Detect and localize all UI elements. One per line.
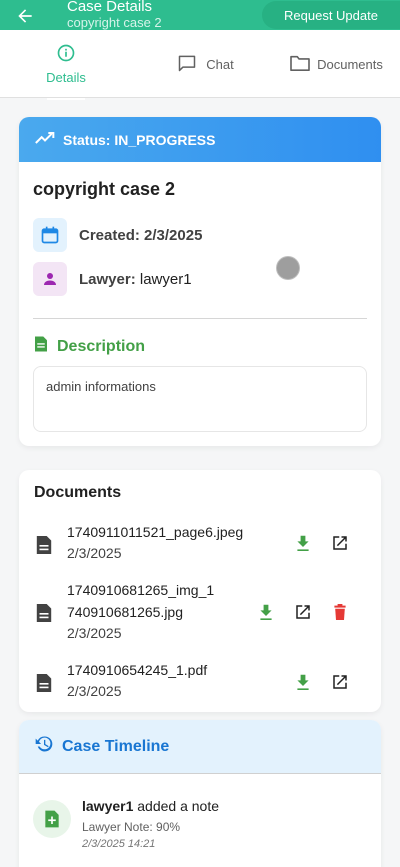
case-name: copyright case 2 <box>33 179 176 199</box>
status-banner: Status: IN_PROGRESS <box>19 117 381 162</box>
lawyer-row: Lawyer: lawyer1 <box>33 262 192 296</box>
case-status-card: Status: IN_PROGRESS copyright case 2 Cre… <box>19 117 381 446</box>
description-title: Description <box>57 337 146 355</box>
tab-details[interactable]: Details <box>34 30 98 100</box>
person-icon <box>33 262 67 296</box>
timeline-detail: Lawyer Note: 90% <box>82 820 181 834</box>
open-external-icon[interactable] <box>329 671 351 693</box>
timeline-actor: lawyer1 <box>82 798 134 814</box>
documents-card: Documents 1740911011521_page6.jpeg 2/3/2… <box>19 470 381 712</box>
note-add-icon <box>33 800 71 838</box>
document-row: 1740910654245_1.pdf 2/3/2025 <box>19 660 381 704</box>
document-date: 2/3/2025 <box>67 683 122 699</box>
tab-details-label: Details <box>46 70 86 85</box>
tab-documents[interactable]: Documents <box>286 30 386 98</box>
status-text: Status: IN_PROGRESS <box>63 131 216 148</box>
timeline-heading: Case Timeline <box>19 720 381 774</box>
request-update-button[interactable]: Request Update <box>262 1 400 29</box>
back-arrow-icon[interactable] <box>14 6 38 26</box>
page-subtitle: copyright case 2 <box>67 15 162 30</box>
tab-bar: Details Chat Documents <box>0 30 400 100</box>
open-external-icon[interactable] <box>329 532 351 554</box>
chat-icon <box>176 53 198 76</box>
document-row: 1740910681265_img_1 740910681265.jpg 2/3… <box>19 580 381 646</box>
open-external-icon[interactable] <box>292 601 314 623</box>
created-value: 2/3/2025 <box>144 226 203 244</box>
app-bar: Case Details copyright case 2 Request Up… <box>0 0 400 30</box>
folder-icon <box>289 54 311 75</box>
documents-title: Documents <box>34 484 122 501</box>
document-name: 1740910654245_1.pdf <box>67 662 208 678</box>
page-title: Case Details <box>67 0 153 15</box>
info-icon <box>56 43 76 66</box>
document-date: 2/3/2025 <box>67 625 122 641</box>
document-row: 1740911011521_page6.jpeg 2/3/2025 <box>19 522 381 566</box>
download-icon[interactable] <box>255 601 277 623</box>
file-icon <box>35 602 53 629</box>
calendar-icon <box>33 218 67 252</box>
lawyer-label: Lawyer: <box>79 270 136 288</box>
created-row: Created: 2/3/2025 <box>33 218 202 252</box>
file-icon <box>35 672 53 699</box>
document-name-line1: 1740910681265_img_1 <box>67 582 215 598</box>
lawyer-value: lawyer1 <box>139 270 192 288</box>
description-heading: Description <box>33 335 145 358</box>
download-icon[interactable] <box>292 671 314 693</box>
tab-indicator <box>47 98 85 100</box>
timeline-title: Case Timeline <box>62 737 170 755</box>
timeline-time: 2/3/2025 14:21 <box>82 838 156 850</box>
download-icon[interactable] <box>292 532 314 554</box>
case-timeline-card: Case Timeline lawyer1 added a note Lawye… <box>19 720 381 867</box>
document-icon <box>33 335 49 358</box>
history-icon <box>34 734 54 759</box>
delete-icon[interactable] <box>329 601 351 623</box>
divider <box>33 318 367 319</box>
timeline-entry-title: lawyer1 added a note <box>82 798 219 814</box>
tab-chat-label: Chat <box>206 56 234 72</box>
loading-indicator <box>277 257 299 279</box>
created-label: Created: <box>79 226 140 244</box>
description-box: admin informations <box>33 366 367 432</box>
document-name-line2: 740910681265.jpg <box>67 604 184 620</box>
document-date: 2/3/2025 <box>67 545 122 561</box>
tab-documents-label: Documents <box>317 56 383 72</box>
tab-chat[interactable]: Chat <box>170 30 240 98</box>
document-name: 1740911011521_page6.jpeg <box>67 524 244 540</box>
trending-up-icon <box>35 131 55 148</box>
file-icon <box>35 534 53 561</box>
timeline-action: added a note <box>137 798 220 814</box>
